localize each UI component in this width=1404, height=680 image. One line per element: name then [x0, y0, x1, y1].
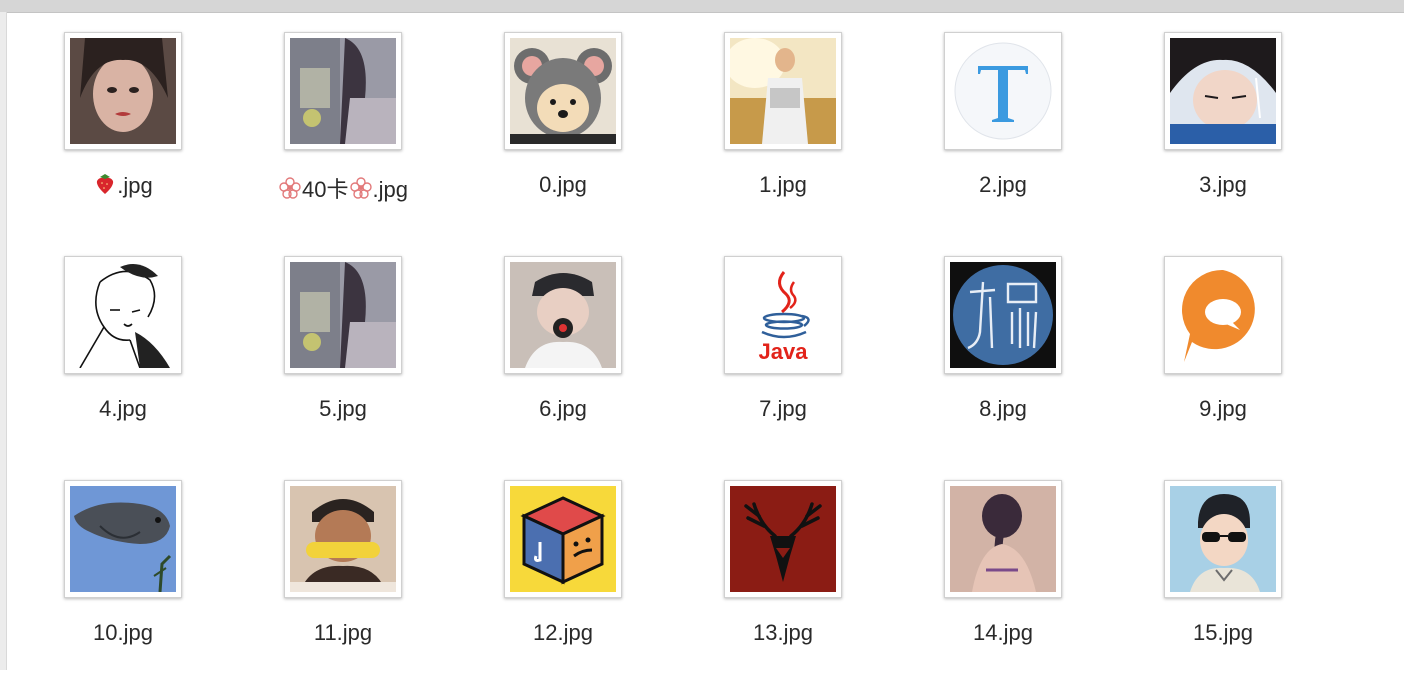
file-name[interactable]: .jpg — [0, 172, 246, 202]
file-thumbnail[interactable]: Java — [724, 256, 842, 374]
file-item[interactable]: 12.jpg — [440, 480, 640, 680]
file-name[interactable]: 9.jpg — [1100, 396, 1346, 422]
finder-window: .jpg 40卡 .jpg 0.jpg 1.jpg 2.jpg 3.jpg 4.… — [0, 0, 1404, 670]
portrait-photo-icon — [70, 38, 176, 144]
dog-photo-icon — [510, 38, 616, 144]
blurry-photo-icon — [290, 38, 396, 144]
file-thumbnail[interactable] — [944, 256, 1062, 374]
file-name[interactable]: 5.jpg — [220, 396, 466, 422]
file-thumbnail[interactable] — [64, 256, 182, 374]
file-item[interactable]: 3.jpg — [1100, 32, 1300, 232]
file-name[interactable]: 0.jpg — [440, 172, 686, 198]
file-thumbnail[interactable] — [724, 32, 842, 150]
file-item[interactable]: 40卡 .jpg — [220, 32, 420, 232]
flower-emoji-icon — [278, 176, 302, 206]
orange-chat-bubble-icon — [1170, 262, 1276, 368]
file-name[interactable]: 12.jpg — [440, 620, 686, 646]
file-name[interactable]: 2.jpg — [880, 172, 1126, 198]
java-wordmark: Java — [759, 339, 809, 364]
kid-corn-photo-icon — [290, 486, 396, 592]
file-item[interactable]: 15.jpg — [1100, 480, 1300, 680]
blurry-photo-icon — [290, 262, 396, 368]
file-thumbnail[interactable] — [504, 32, 622, 150]
file-name[interactable]: 3.jpg — [1100, 172, 1346, 198]
flower-emoji-icon — [349, 176, 373, 206]
file-name[interactable]: 1.jpg — [660, 172, 906, 198]
file-thumbnail[interactable] — [944, 32, 1062, 150]
file-item[interactable]: 11.jpg — [220, 480, 420, 680]
girl-braid-photo-icon — [950, 486, 1056, 592]
file-item[interactable]: 5.jpg — [220, 256, 420, 456]
file-item[interactable]: Java 7.jpg — [660, 256, 860, 456]
person-cap-photo-icon — [510, 262, 616, 368]
file-item[interactable]: .jpg — [0, 32, 200, 232]
file-thumbnail[interactable] — [944, 480, 1062, 598]
file-thumbnail[interactable] — [64, 480, 182, 598]
letter-t-app-icon — [950, 38, 1056, 144]
file-thumbnail[interactable] — [284, 256, 402, 374]
file-thumbnail[interactable] — [504, 480, 622, 598]
file-thumbnail[interactable] — [1164, 256, 1282, 374]
file-name[interactable]: 7.jpg — [660, 396, 906, 422]
tiktok-cube-icon — [510, 486, 616, 592]
java-logo-icon: Java — [730, 262, 836, 368]
file-item[interactable]: 13.jpg — [660, 480, 860, 680]
file-thumbnail[interactable] — [64, 32, 182, 150]
strawberry-emoji-icon — [93, 172, 117, 202]
file-name[interactable]: 11.jpg — [220, 620, 466, 646]
girl-headphones-photo-icon — [1170, 38, 1276, 144]
file-item[interactable]: 14.jpg — [880, 480, 1080, 680]
seal-animal-photo-icon — [70, 486, 176, 592]
file-name[interactable]: 15.jpg — [1100, 620, 1346, 646]
file-item[interactable]: 2.jpg — [880, 32, 1080, 232]
file-thumbnail[interactable] — [284, 32, 402, 150]
file-thumbnail[interactable] — [724, 480, 842, 598]
field-photo-icon — [730, 38, 836, 144]
file-item[interactable]: 1.jpg — [660, 32, 860, 232]
file-item[interactable]: 10.jpg — [0, 480, 200, 680]
file-item[interactable]: 0.jpg — [440, 32, 640, 232]
file-name[interactable]: 6.jpg — [440, 396, 686, 422]
file-name[interactable]: 4.jpg — [0, 396, 246, 422]
file-thumbnail[interactable] — [1164, 480, 1282, 598]
cartoon-man-sunglasses-icon — [1170, 486, 1276, 592]
file-item[interactable]: 9.jpg — [1100, 256, 1300, 456]
file-item[interactable]: 8.jpg — [880, 256, 1080, 456]
sketch-drawing-icon — [70, 262, 176, 368]
file-name[interactable]: 14.jpg — [880, 620, 1126, 646]
file-name[interactable]: 8.jpg — [880, 396, 1126, 422]
icon-grid: .jpg 40卡 .jpg 0.jpg 1.jpg 2.jpg 3.jpg 4.… — [0, 0, 1404, 670]
file-name[interactable]: 40卡 .jpg — [220, 172, 466, 206]
file-thumbnail[interactable] — [1164, 32, 1282, 150]
calligraphy-seal-icon — [950, 262, 1056, 368]
deer-antlers-icon — [730, 486, 836, 592]
file-item[interactable]: 6.jpg — [440, 256, 640, 456]
file-thumbnail[interactable] — [284, 480, 402, 598]
file-name[interactable]: 10.jpg — [0, 620, 246, 646]
file-thumbnail[interactable] — [504, 256, 622, 374]
file-name[interactable]: 13.jpg — [660, 620, 906, 646]
file-item[interactable]: 4.jpg — [0, 256, 200, 456]
